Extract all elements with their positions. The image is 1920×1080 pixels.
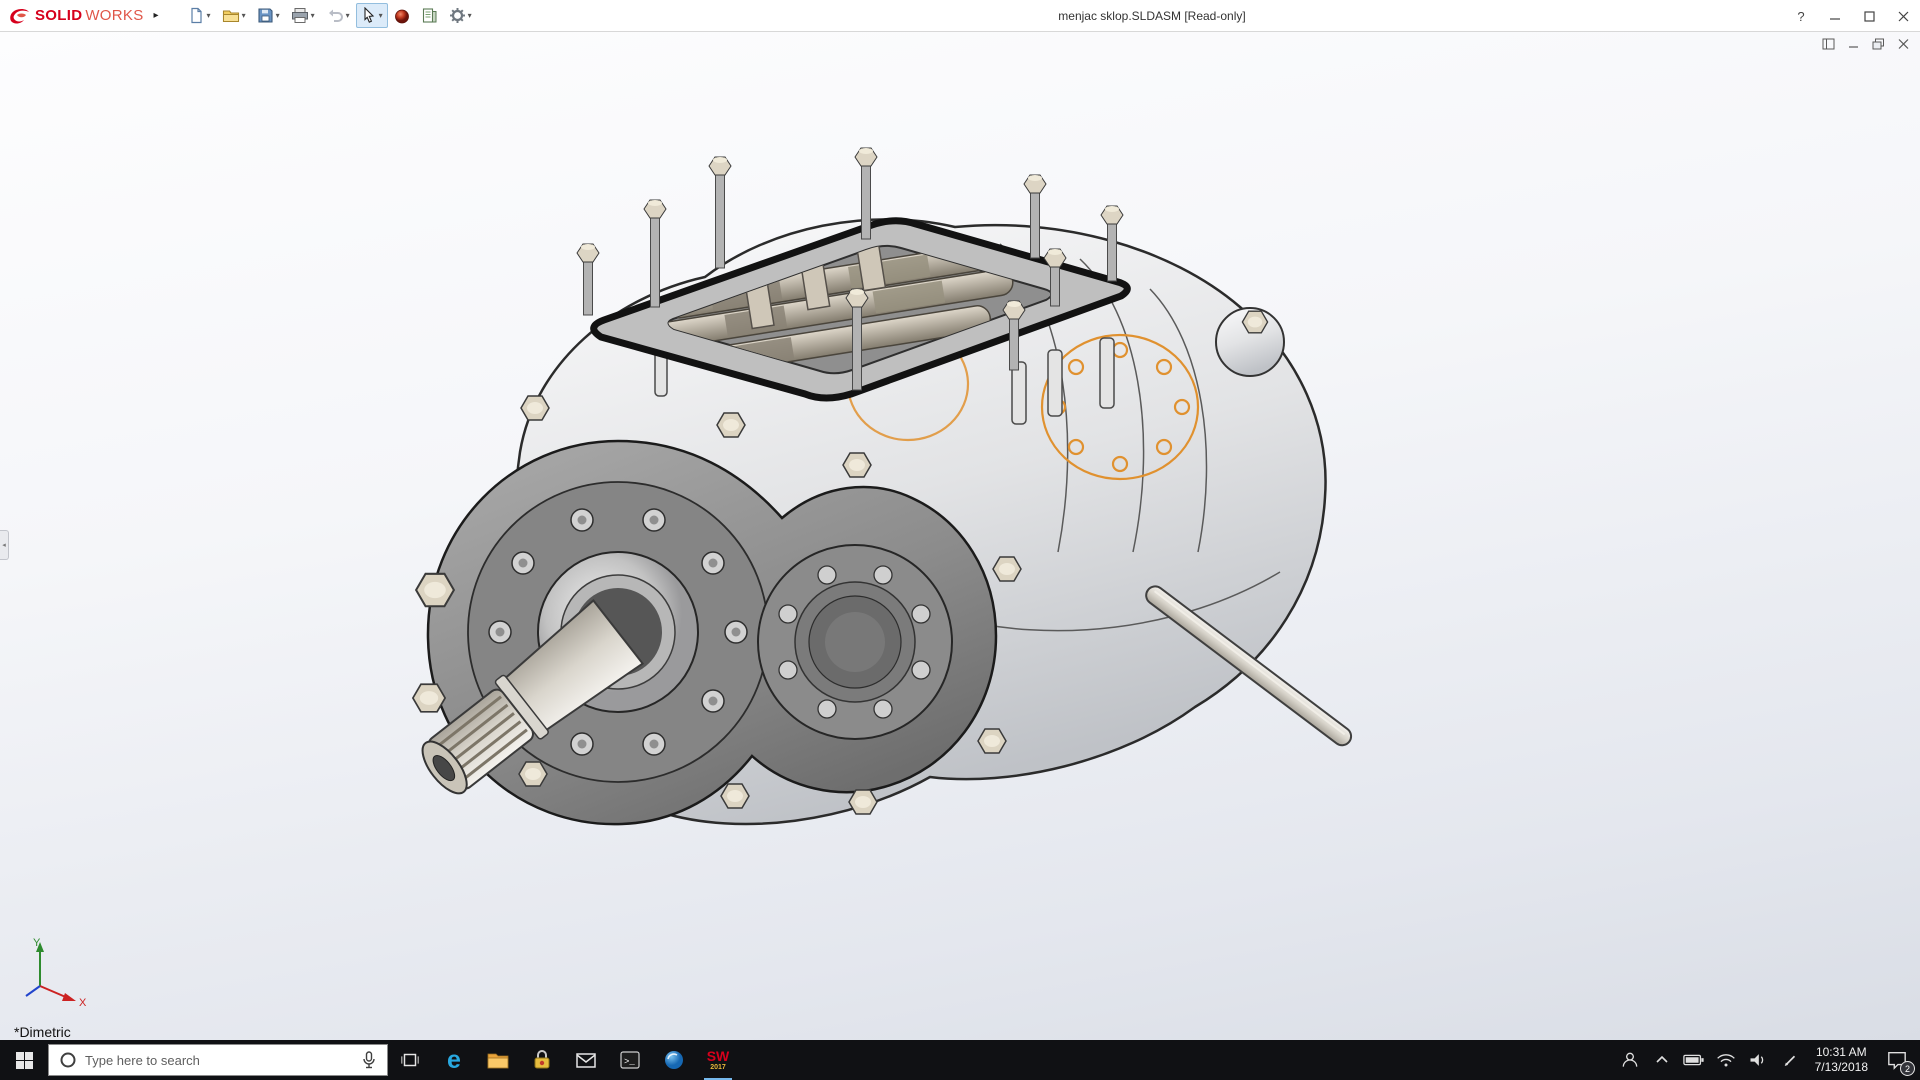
logo-text-works: WORKS — [85, 7, 143, 24]
console-icon: >_ — [618, 1048, 642, 1072]
lock-icon — [530, 1048, 554, 1072]
orientation-triad: Y X — [16, 934, 96, 1012]
pen-button[interactable] — [1777, 1040, 1803, 1080]
search-input[interactable] — [85, 1053, 353, 1068]
system-tray: 10:31 AM 7/13/2018 2 — [1617, 1040, 1920, 1080]
maximize-icon — [1864, 11, 1875, 22]
people-button[interactable] — [1617, 1040, 1643, 1080]
logo-text-solid: SOLID — [35, 7, 82, 24]
select-tool-button[interactable]: ▾ — [356, 3, 388, 28]
undo-button[interactable]: ▾ — [321, 3, 355, 28]
wifi-icon — [1716, 1052, 1736, 1068]
blue-app-icon — [662, 1048, 686, 1072]
print-icon — [291, 7, 309, 24]
taskbar-search[interactable] — [48, 1044, 388, 1076]
taskbar-mail-button[interactable] — [564, 1040, 608, 1080]
svg-text:>_: >_ — [624, 1057, 635, 1067]
z-axis-arrow — [26, 986, 40, 996]
design-library-button[interactable] — [416, 3, 443, 28]
help-button[interactable]: ? — [1784, 0, 1818, 32]
close-button[interactable] — [1886, 0, 1920, 32]
title-bar: SOLIDWORKS ▸ ▾ ▾ ▾ — [0, 0, 1920, 32]
taskbar-clock[interactable]: 10:31 AM 7/13/2018 — [1809, 1045, 1874, 1075]
open-icon — [222, 7, 240, 24]
select-cursor-icon — [361, 7, 377, 24]
task-view-button[interactable] — [388, 1040, 432, 1080]
output-bearing-boss[interactable] — [758, 545, 952, 739]
open-button[interactable]: ▾ — [217, 3, 251, 28]
start-button[interactable] — [0, 1040, 48, 1080]
mail-icon — [574, 1048, 598, 1072]
people-icon — [1620, 1050, 1640, 1070]
tray-overflow-button[interactable] — [1649, 1040, 1675, 1080]
battery-button[interactable] — [1681, 1040, 1707, 1080]
x-axis-arrow — [62, 993, 76, 1001]
new-document-button[interactable]: ▾ — [183, 3, 216, 28]
network-button[interactable] — [1713, 1040, 1739, 1080]
new-document-icon — [188, 7, 205, 24]
cortana-circle-icon — [59, 1051, 77, 1069]
windows-logo-icon — [16, 1052, 33, 1069]
print-button[interactable]: ▾ — [286, 3, 320, 28]
design-library-icon — [421, 7, 438, 24]
microphone-icon[interactable] — [361, 1051, 377, 1069]
taskbar-blue-app-button[interactable] — [652, 1040, 696, 1080]
volume-button[interactable] — [1745, 1040, 1771, 1080]
taskbar-edge-button[interactable]: e — [432, 1040, 476, 1080]
view-orientation-label: *Dimetric — [14, 1024, 71, 1040]
taskbar-lock-app-button[interactable] — [520, 1040, 564, 1080]
close-icon — [1898, 11, 1909, 22]
taskbar: e >_ — [0, 1040, 1920, 1080]
options-gear-icon — [449, 7, 466, 24]
x-axis-label: X — [79, 997, 87, 1009]
taskbar-pinned-apps: e >_ — [388, 1040, 740, 1080]
solidworks-logo-icon — [8, 5, 32, 27]
clock-date: 7/13/2018 — [1815, 1060, 1868, 1075]
minimize-button[interactable] — [1818, 0, 1852, 32]
appearance-sphere-icon — [394, 8, 410, 24]
pen-icon — [1781, 1051, 1799, 1069]
notification-badge: 2 — [1900, 1061, 1915, 1076]
solidworks-app-icon: SW 2017 — [707, 1049, 730, 1071]
battery-icon — [1683, 1052, 1705, 1068]
clock-time: 10:31 AM — [1815, 1045, 1868, 1060]
appearances-button[interactable] — [389, 4, 415, 28]
taskbar-solidworks-button[interactable]: SW 2017 — [696, 1040, 740, 1080]
save-icon — [257, 7, 274, 24]
graphics-area[interactable]: ◂ — [0, 32, 1920, 1040]
document-title: menjac sklop.SLDASM [Read-only] — [1058, 0, 1245, 32]
save-button[interactable]: ▾ — [252, 3, 285, 28]
gearbox-model[interactable] — [0, 32, 1920, 1040]
minimize-icon — [1830, 11, 1841, 22]
action-center-button[interactable]: 2 — [1880, 1040, 1914, 1080]
options-button[interactable]: ▾ — [444, 3, 477, 28]
chevron-up-icon — [1654, 1052, 1670, 1068]
file-explorer-icon — [486, 1049, 510, 1071]
edge-icon: e — [447, 1048, 461, 1073]
taskbar-console-button[interactable]: >_ — [608, 1040, 652, 1080]
taskbar-file-explorer-button[interactable] — [476, 1040, 520, 1080]
maximize-button[interactable] — [1852, 0, 1886, 32]
toolbar-expand-arrow[interactable]: ▸ — [150, 10, 169, 21]
solidworks-logo: SOLIDWORKS — [0, 5, 150, 27]
window-controls: ? — [1784, 0, 1920, 32]
rear-boss-bolt — [1242, 311, 1267, 333]
y-axis-label: Y — [33, 937, 41, 949]
speaker-icon — [1748, 1051, 1768, 1069]
quick-access-toolbar: ▾ ▾ ▾ ▾ — [183, 3, 477, 28]
task-view-icon — [399, 1049, 421, 1071]
undo-icon — [326, 7, 344, 24]
